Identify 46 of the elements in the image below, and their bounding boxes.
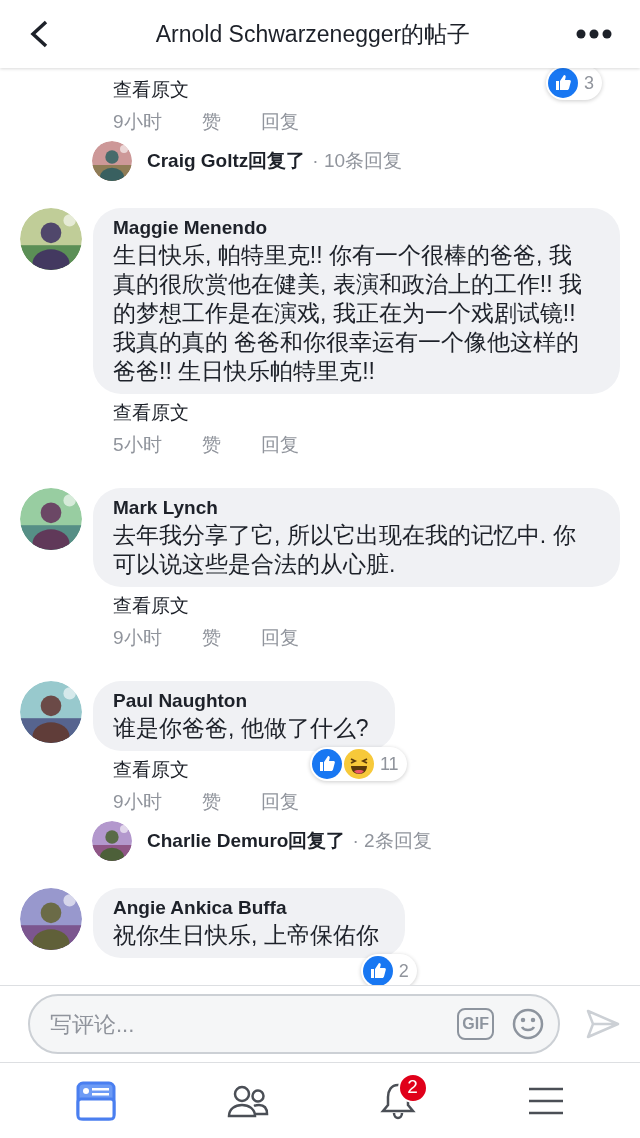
gif-button[interactable]: GIF xyxy=(457,1008,494,1040)
window-title: Arnold Schwarzenegger的帖子 xyxy=(155,19,471,49)
news-feed-icon[interactable] xyxy=(75,1080,116,1121)
replies-author[interactable]: Craig Goltz回复了 xyxy=(147,146,306,176)
comment-placeholder: 写评论... xyxy=(50,1010,136,1039)
comment-time: 9小时 xyxy=(113,790,162,814)
like-link[interactable]: 赞 xyxy=(201,621,221,654)
reaction-summary[interactable]: 3 xyxy=(546,68,602,100)
notification-badge: 2 xyxy=(397,1072,428,1103)
comment-text: 去年我分享了它, 所以它出现在我的记忆中. 你可以说这些是合法的从心脏. xyxy=(113,521,577,579)
like-link[interactable]: 赞 xyxy=(201,105,221,138)
more-icon[interactable] xyxy=(576,29,612,39)
replies-count[interactable]: · 10条回复 xyxy=(312,146,403,176)
comment-text: 谁是你爸爸, 他做了什么? xyxy=(113,714,369,743)
comment-time: 9小时 xyxy=(113,626,162,650)
like-link[interactable]: 赞 xyxy=(201,428,221,461)
reaction-count: 11 xyxy=(379,752,399,776)
comment-time: 5小时 xyxy=(113,433,162,457)
see-original-link[interactable]: 查看原文 xyxy=(113,74,189,105)
replies-count[interactable]: · 2条回复 xyxy=(352,826,432,856)
comment-time: 9小时 xyxy=(113,110,162,134)
laughing-emoji-icon xyxy=(343,749,374,779)
comment-text: 生日快乐, 帕特里克!! 你有一个很棒的爸爸, 我真的很欣赏他在健美, 表演和政治上的工作!! 我的梦想工作是在演戏, 我正在为一个戏剧试镜!! 我真的真的 爸爸和你很幸运有一个像他这样的爸爸!! 生日快乐帕特里克!! xyxy=(113,241,583,386)
reply-link[interactable]: 回复 xyxy=(260,621,299,654)
see-original-link[interactable]: 查看原文 xyxy=(113,754,189,785)
like-link[interactable]: 赞 xyxy=(201,785,221,818)
commenter-name[interactable]: Maggie Menendo xyxy=(113,215,594,241)
see-original-link[interactable]: 查看原文 xyxy=(113,590,189,621)
reaction-count: 3 xyxy=(584,71,594,95)
thumbs-up-icon xyxy=(311,749,342,779)
reaction-summary[interactable]: 11 xyxy=(309,747,407,781)
menu-icon[interactable] xyxy=(526,1085,565,1116)
reply-link[interactable]: 回复 xyxy=(260,428,299,461)
back-icon[interactable] xyxy=(28,19,50,49)
replies-author[interactable]: Charlie Demuro回复了 xyxy=(147,826,346,856)
see-original-link[interactable]: 查看原文 xyxy=(113,397,189,428)
reply-link[interactable]: 回复 xyxy=(260,105,299,138)
reaction-summary[interactable]: 2 xyxy=(360,954,417,985)
comment-text: 祝你生日快乐, 上帝保佑你 xyxy=(113,921,379,950)
commenter-name[interactable]: Mark Lynch xyxy=(113,495,594,521)
reply-link[interactable]: 回复 xyxy=(260,785,299,818)
reaction-count: 2 xyxy=(398,959,409,983)
commenter-name[interactable]: Paul Naughton xyxy=(113,688,369,714)
comment-field[interactable]: 写评论... GIF xyxy=(28,994,560,1054)
commenter-name[interactable]: Angie Ankica Buffa xyxy=(113,895,379,921)
smiley-icon[interactable] xyxy=(512,1008,544,1040)
